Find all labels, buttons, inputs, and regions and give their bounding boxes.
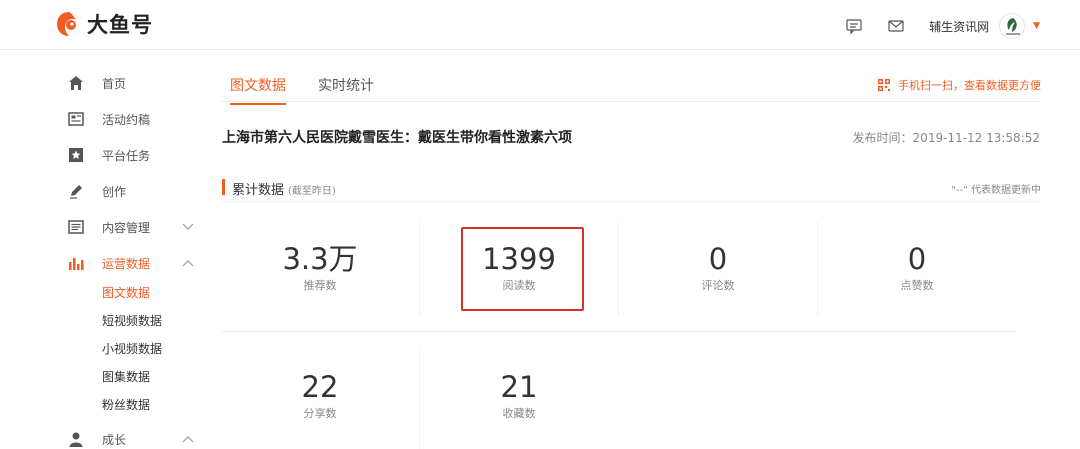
stat-label: 推荐数 (303, 278, 337, 292)
sidebar-item-growth[interactable]: 成长 (68, 429, 194, 449)
stat-comments: 0 评论数 (619, 242, 817, 293)
pen-icon (70, 185, 82, 199)
dropdown-caret-icon[interactable]: ▼ (1033, 21, 1040, 31)
row-divider (222, 331, 1016, 332)
brand-logo[interactable]: 大鱼号 (55, 9, 153, 39)
stat-shares: 22 分享数 (221, 370, 419, 421)
brand-name: 大鱼号 (87, 13, 153, 37)
sidebar-sub-short-video-data[interactable]: 短视频数据 (102, 312, 162, 329)
chevron-down-icon[interactable] (182, 223, 194, 231)
sidebar-item-operations[interactable]: 运营数据 (68, 253, 194, 273)
section-title: 累计数据 (截至昨日) (232, 179, 336, 198)
scan-text: 手机扫一扫，查看数据更方便 (898, 79, 1041, 92)
username[interactable]: 辅生资讯网 (929, 18, 989, 35)
sidebar-item-label: 成长 (102, 432, 127, 447)
qr-code-icon (878, 79, 890, 91)
stat-label: 评论数 (701, 278, 735, 292)
stat-value: 22 (301, 370, 339, 404)
stat-likes: 0 点赞数 (818, 242, 1016, 293)
stat-label: 收藏数 (502, 406, 536, 420)
tab-bar: 图文数据 实时统计 手机扫一扫，查看数据更方便 (222, 66, 1041, 105)
sidebar-sub-gallery-data[interactable]: 图集数据 (102, 368, 150, 385)
section-accent-bar (222, 179, 225, 195)
top-bar: 大鱼号 辅生资讯网 ▼ (0, 0, 1080, 50)
stat-value: 0 (708, 242, 728, 276)
fish-logo-icon (57, 12, 76, 36)
section-title-text: 累计数据 (232, 183, 285, 198)
sidebar-item-activities[interactable]: 活动约稿 (68, 109, 150, 129)
stat-value: 0 (907, 242, 927, 276)
stat-label: 点赞数 (900, 278, 934, 292)
sidebar-item-label: 首页 (102, 76, 127, 91)
home-icon (69, 76, 83, 90)
tab-article-data[interactable]: 图文数据 (230, 75, 286, 105)
chevron-up-icon[interactable] (182, 435, 194, 443)
user-area: 辅生资讯网 ▼ (845, 13, 1040, 39)
publish-time: 发布时间：2019-11-12 13:58:52 (852, 131, 1040, 145)
chevron-up-icon[interactable] (182, 259, 194, 267)
avatar[interactable] (999, 13, 1026, 39)
sidebar-item-home[interactable]: 首页 (68, 73, 126, 93)
sidebar-item-create[interactable]: 创作 (68, 181, 126, 201)
sidebar-sub-mini-video-data[interactable]: 小视频数据 (102, 340, 162, 357)
stat-recommend: 3.3万 推荐数 (221, 242, 419, 293)
sidebar-item-tasks[interactable]: 平台任务 (68, 145, 150, 165)
sidebar: 首页 活动约稿 平台任务 创作 内容管理 运营数据 图文数据 短视频数据 小视频… (0, 51, 200, 449)
stat-label: 分享数 (303, 406, 337, 420)
sidebar-sub-article-data[interactable]: 图文数据 (102, 284, 150, 301)
stat-favorites: 21 收藏数 (420, 370, 618, 421)
sidebar-item-label: 运营数据 (102, 256, 151, 271)
stat-value: 21 (500, 370, 538, 404)
tab-realtime-stats[interactable]: 实时统计 (318, 75, 374, 103)
reads-highlight-box (461, 227, 584, 311)
user-icon (69, 432, 83, 447)
message-icon[interactable] (845, 17, 863, 35)
section-note: (截至昨日) (288, 186, 336, 197)
sidebar-item-label: 创作 (102, 184, 127, 199)
mail-icon[interactable] (887, 17, 905, 35)
article-title: 上海市第六人民医院戴雪医生：戴医生带你看性激素六项 (222, 130, 572, 146)
scan-hint[interactable]: 手机扫一扫，查看数据更方便 (878, 77, 1041, 93)
section-hint: "--" 代表数据更新中 (951, 185, 1041, 196)
sidebar-item-label: 内容管理 (102, 220, 151, 235)
sidebar-item-content[interactable]: 内容管理 (68, 217, 194, 237)
bar-chart-icon (69, 258, 84, 270)
document-list-icon (68, 220, 84, 234)
newspaper-icon (68, 112, 84, 126)
cumulative-data-section: 累计数据 (截至昨日) "--" 代表数据更新中 (222, 178, 1041, 202)
star-bookmark-icon (69, 148, 83, 162)
sidebar-item-label: 活动约稿 (102, 112, 151, 127)
stat-value: 3.3万 (282, 242, 358, 276)
leaf-avatar-icon (1006, 18, 1021, 35)
sidebar-item-label: 平台任务 (102, 148, 151, 163)
sidebar-sub-fans-data[interactable]: 粉丝数据 (102, 396, 150, 413)
